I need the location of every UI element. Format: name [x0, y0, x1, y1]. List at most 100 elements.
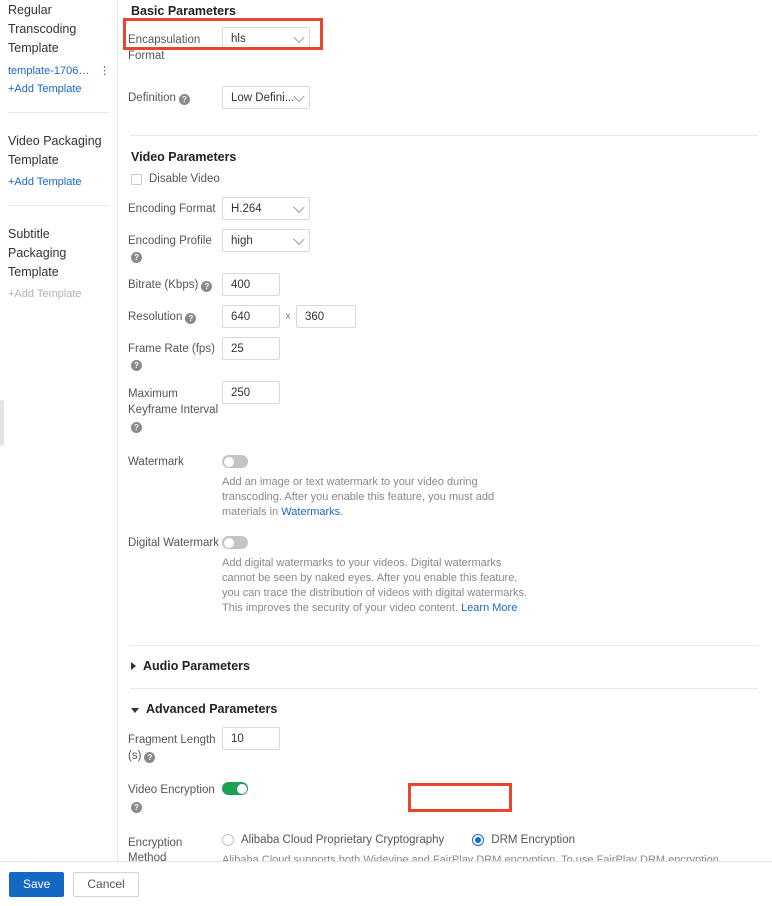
- field-max-keyframe-interval: Maximum Keyframe Interval? 250: [128, 381, 760, 434]
- watermark-description-text: Add an image or text watermark to your v…: [222, 476, 495, 518]
- footer-action-bar: Save Cancel: [0, 861, 772, 906]
- encoding-profile-select[interactable]: high: [222, 229, 310, 252]
- video-encryption-toggle[interactable]: [222, 782, 248, 795]
- save-button[interactable]: Save: [9, 871, 65, 897]
- sidebar-group-title: Subtitle Packaging Template: [8, 227, 67, 279]
- checkbox-disable-video[interactable]: Disable Video: [131, 173, 760, 185]
- sidebar-group-title: Regular Transcoding Template: [8, 3, 77, 55]
- section-title-video-parameters: Video Parameters: [131, 150, 237, 164]
- fragment-length-input[interactable]: 10: [222, 727, 280, 750]
- label-encoding-profile-text: Encoding Profile: [128, 235, 212, 247]
- cancel-button[interactable]: Cancel: [73, 871, 139, 897]
- sidebar-group-video-packaging: Video Packaging Template +Add Template: [0, 131, 117, 188]
- sidebar-group-subtitle-packaging: Subtitle Packaging Template +Add Templat…: [0, 224, 117, 300]
- definition-select[interactable]: Low Defini...: [222, 86, 310, 109]
- chevron-down-icon: [293, 31, 305, 43]
- control-max-keyframe-interval: 250: [222, 381, 760, 404]
- help-circle-icon[interactable]: ?: [144, 752, 156, 763]
- label-resolution: Resolution?: [128, 305, 222, 325]
- control-encoding-format: H.264: [222, 197, 760, 220]
- radio-drm-encryption[interactable]: DRM Encryption: [472, 834, 575, 846]
- accordion-title-audio: Audio Parameters: [143, 659, 250, 673]
- encoding-profile-value: high: [231, 234, 253, 247]
- drm-description-text: Alibaba Cloud supports both Widevine and…: [222, 854, 722, 861]
- frame-rate-input[interactable]: 25: [222, 337, 280, 360]
- accordion-title-advanced: Advanced Parameters: [146, 702, 278, 716]
- label-bitrate: Bitrate (Kbps)?: [128, 273, 222, 293]
- divider-audio-advanced: [130, 688, 758, 689]
- transcoding-template-page: Regular Transcoding Template template-17…: [0, 0, 772, 906]
- label-max-keyframe-text: Maximum Keyframe Interval: [128, 388, 219, 416]
- accordion-audio-parameters[interactable]: Audio Parameters: [128, 659, 760, 673]
- control-bitrate: 400: [222, 273, 760, 296]
- triangle-down-icon: [131, 707, 139, 713]
- help-circle-icon[interactable]: ?: [185, 313, 197, 324]
- help-circle-icon[interactable]: ?: [131, 422, 142, 433]
- label-max-keyframe-interval: Maximum Keyframe Interval?: [128, 381, 222, 434]
- radio-label-alibaba: Alibaba Cloud Proprietary Cryptography: [241, 834, 445, 846]
- sidebar-item-template-name[interactable]: template-1706087...: [8, 65, 92, 77]
- resolution-height-input[interactable]: 360: [296, 305, 356, 328]
- encapsulation-format-select[interactable]: hls: [222, 27, 310, 50]
- control-definition: Low Defini...: [222, 86, 760, 109]
- control-resolution: 640 x 360: [222, 305, 760, 328]
- field-frame-rate: Frame Rate (fps)? 25: [128, 337, 760, 372]
- field-encryption-method: Encryption Method Alibaba Cloud Propriet…: [128, 831, 760, 861]
- help-circle-icon[interactable]: ?: [131, 802, 142, 813]
- control-video-encryption: [222, 777, 760, 795]
- checkbox-box-icon[interactable]: [131, 173, 142, 185]
- control-frame-rate: 25: [222, 337, 760, 360]
- max-keyframe-interval-input[interactable]: 250: [222, 381, 280, 404]
- help-circle-icon[interactable]: ?: [131, 360, 142, 371]
- label-digital-watermark: Digital Watermark: [128, 537, 219, 549]
- control-encapsulation: hls: [222, 27, 760, 50]
- accordion-advanced-parameters[interactable]: Advanced Parameters: [128, 702, 760, 716]
- checkbox-label-disable-video: Disable Video: [149, 173, 220, 185]
- help-circle-icon[interactable]: ?: [131, 252, 142, 263]
- field-digital-watermark: Digital Watermark Add digital watermarks…: [128, 531, 760, 616]
- toggle-knob: [236, 783, 247, 794]
- label-watermark: Watermark: [128, 456, 184, 468]
- label-resolution-text: Resolution: [128, 311, 183, 323]
- resolution-width-input[interactable]: 640: [222, 305, 280, 328]
- toggle-knob: [223, 537, 234, 548]
- help-circle-icon[interactable]: ?: [178, 94, 190, 105]
- section-title-basic-parameters: Basic Parameters: [131, 4, 236, 18]
- label-frame-rate-text: Frame Rate (fps): [128, 343, 215, 355]
- field-definition: Definition? Low Defini...: [128, 86, 760, 109]
- label-encoding-profile: Encoding Profile?: [128, 229, 222, 264]
- bitrate-input[interactable]: 400: [222, 273, 280, 296]
- encoding-format-select[interactable]: H.264: [222, 197, 310, 220]
- field-encoding-profile: Encoding Profile? high: [128, 229, 760, 264]
- digital-watermark-toggle[interactable]: [222, 536, 248, 549]
- learn-more-link[interactable]: Learn More: [461, 602, 517, 614]
- watermarks-link[interactable]: Watermarks: [281, 506, 340, 518]
- sidebar: Regular Transcoding Template template-17…: [0, 0, 117, 861]
- kebab-menu-icon[interactable]: ⋮: [99, 65, 110, 76]
- encapsulation-format-value: hls: [231, 32, 246, 45]
- left-scrollbar-thumb[interactable]: [0, 400, 4, 446]
- field-encapsulation-format: Encapsulation Format hls: [128, 27, 760, 64]
- chevron-down-icon: [293, 201, 305, 213]
- help-circle-icon[interactable]: ?: [201, 281, 213, 292]
- control-encryption-method: Alibaba Cloud Proprietary Cryptography D…: [222, 831, 760, 861]
- sidebar-template-row[interactable]: template-1706087... ⋮: [8, 58, 110, 77]
- chevron-down-icon: [293, 90, 305, 102]
- field-fragment-length: Fragment Length (s)? 10: [128, 727, 760, 764]
- label-video-encryption-text: Video Encryption: [128, 784, 215, 796]
- add-template-link-video[interactable]: +Add Template: [8, 170, 109, 188]
- watermark-description-suffix: .: [340, 506, 344, 518]
- add-template-link-subtitle[interactable]: +Add Template: [8, 282, 109, 300]
- toggle-knob: [223, 456, 234, 467]
- field-video-encryption: Video Encryption?: [128, 777, 760, 814]
- watermark-toggle[interactable]: [222, 455, 248, 468]
- control-digital-watermark: Add digital watermarks to your videos. D…: [222, 531, 760, 616]
- radio-group-encryption-method: Alibaba Cloud Proprietary Cryptography D…: [222, 831, 760, 846]
- label-encapsulation-format: Encapsulation Format: [128, 34, 201, 62]
- add-template-link-regular[interactable]: +Add Template: [8, 77, 109, 95]
- radio-alibaba-proprietary-cryptography[interactable]: Alibaba Cloud Proprietary Cryptography: [222, 834, 444, 846]
- drm-description: Alibaba Cloud supports both Widevine and…: [222, 853, 734, 861]
- label-definition-text: Definition: [128, 92, 176, 104]
